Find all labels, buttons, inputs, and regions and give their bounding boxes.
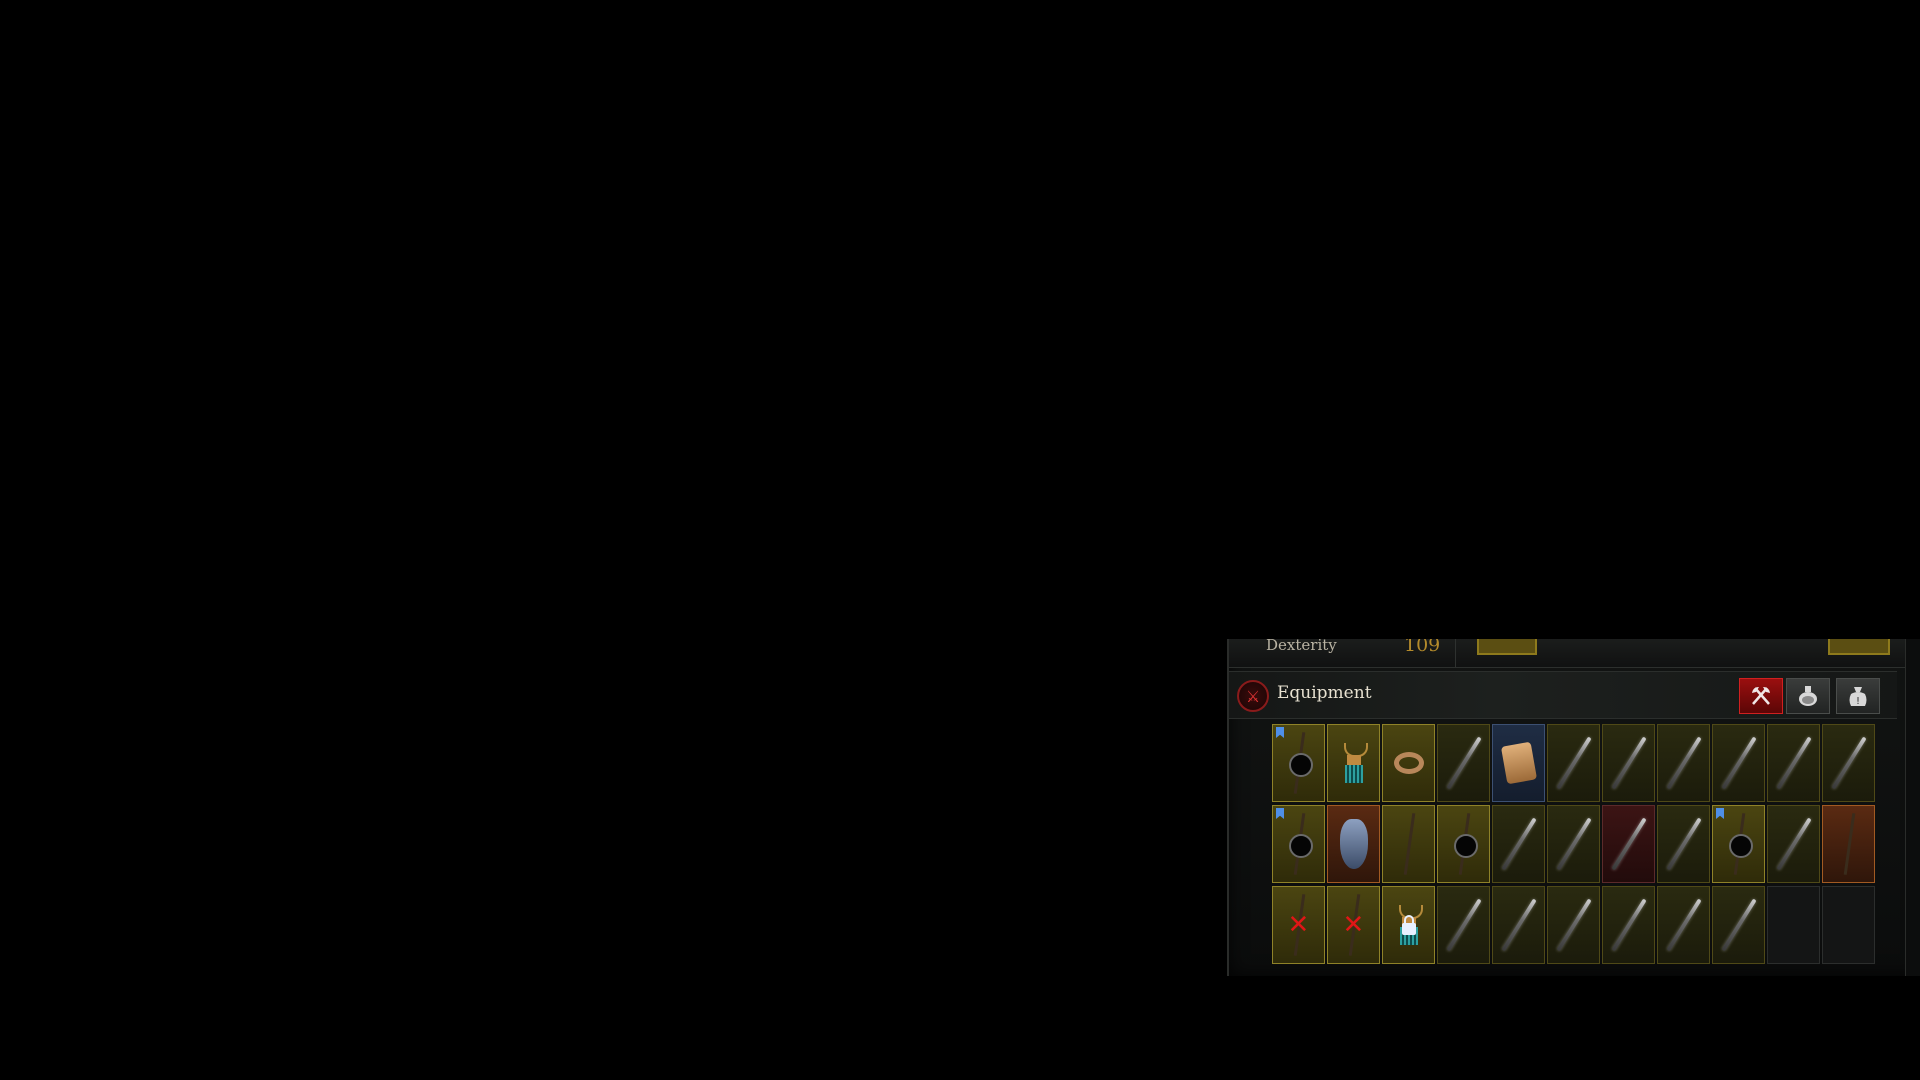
ring-icon bbox=[1393, 752, 1424, 774]
inventory-slot[interactable] bbox=[1327, 724, 1380, 802]
bookmark-icon bbox=[1276, 808, 1284, 819]
inventory-slot[interactable] bbox=[1382, 805, 1435, 883]
class-emblem-icon: ⚔ bbox=[1237, 680, 1269, 712]
amulet-icon bbox=[1341, 743, 1368, 783]
equipment-slot[interactable] bbox=[1477, 639, 1537, 655]
blade-icon bbox=[1500, 898, 1537, 952]
inventory-slot[interactable] bbox=[1712, 724, 1765, 802]
blade-icon bbox=[1775, 817, 1812, 871]
inventory-slot[interactable] bbox=[1272, 724, 1325, 802]
inventory-slot[interactable] bbox=[1602, 724, 1655, 802]
blade-icon bbox=[1665, 817, 1702, 871]
inventory-slot[interactable] bbox=[1327, 805, 1380, 883]
socket-icon bbox=[1453, 834, 1478, 858]
empty-inventory-slot[interactable] bbox=[1822, 886, 1875, 964]
inventory-slot[interactable] bbox=[1767, 724, 1820, 802]
inventory-slot[interactable] bbox=[1492, 805, 1545, 883]
inventory-slot[interactable] bbox=[1657, 886, 1710, 964]
inventory-slot[interactable] bbox=[1437, 724, 1490, 802]
inventory-panel: Dexterity 109 ⚔ Equipment ! ✕ ✕ bbox=[1227, 639, 1920, 976]
blade-icon bbox=[1775, 736, 1812, 790]
inventory-slot[interactable] bbox=[1602, 886, 1655, 964]
blade-icon bbox=[1555, 817, 1592, 871]
inventory-slot[interactable] bbox=[1767, 805, 1820, 883]
inventory-slot[interactable] bbox=[1547, 886, 1600, 964]
bookmark-icon bbox=[1276, 727, 1284, 738]
socket-icon bbox=[1288, 753, 1313, 777]
staff-icon bbox=[1403, 813, 1415, 875]
tab-consumables[interactable] bbox=[1786, 678, 1830, 714]
blade-icon bbox=[1720, 898, 1757, 952]
inventory-slot[interactable]: ✕ bbox=[1272, 886, 1325, 964]
inventory-slot[interactable] bbox=[1382, 724, 1435, 802]
socket-icon bbox=[1288, 834, 1313, 858]
inventory-slot[interactable] bbox=[1657, 724, 1710, 802]
blade-icon bbox=[1610, 817, 1647, 871]
inventory-slot[interactable] bbox=[1547, 724, 1600, 802]
potion-icon bbox=[1799, 686, 1817, 706]
x-icon: ✕ bbox=[1342, 910, 1365, 940]
equipment-slot[interactable] bbox=[1828, 639, 1890, 655]
panel-edge bbox=[1905, 639, 1920, 976]
inventory-grid: ✕ ✕ bbox=[1272, 724, 1875, 964]
empty-inventory-slot[interactable] bbox=[1767, 886, 1820, 964]
inventory-slot[interactable] bbox=[1492, 886, 1545, 964]
inventory-slot[interactable] bbox=[1382, 886, 1435, 964]
scroll-icon bbox=[1500, 741, 1537, 785]
blade-icon bbox=[1610, 898, 1647, 952]
socket-icon bbox=[1728, 834, 1753, 858]
blade-icon bbox=[1555, 898, 1592, 952]
tab-equipment[interactable] bbox=[1739, 678, 1783, 714]
page-title: Equipment bbox=[1277, 683, 1372, 703]
x-icon: ✕ bbox=[1287, 910, 1310, 940]
inventory-slot[interactable] bbox=[1437, 805, 1490, 883]
inventory-slot[interactable] bbox=[1437, 886, 1490, 964]
divider bbox=[1455, 639, 1456, 667]
inventory-header: ⚔ Equipment ! bbox=[1229, 671, 1897, 719]
inventory-slot[interactable] bbox=[1712, 886, 1765, 964]
blade-icon bbox=[1830, 736, 1867, 790]
axe-icon bbox=[1752, 687, 1770, 705]
blade-icon bbox=[1555, 736, 1592, 790]
inventory-slot[interactable] bbox=[1547, 805, 1600, 883]
tab-quest-items[interactable]: ! bbox=[1836, 678, 1880, 714]
inventory-slot[interactable] bbox=[1822, 805, 1875, 883]
shield-icon bbox=[1339, 819, 1368, 869]
blade-icon bbox=[1720, 736, 1757, 790]
inventory-slot[interactable] bbox=[1272, 805, 1325, 883]
blade-icon bbox=[1610, 736, 1647, 790]
blade-icon bbox=[1500, 817, 1537, 871]
blade-icon bbox=[1445, 736, 1482, 790]
blade-icon bbox=[1665, 736, 1702, 790]
inventory-slot[interactable]: ✕ bbox=[1327, 886, 1380, 964]
inventory-slot[interactable] bbox=[1602, 805, 1655, 883]
lock-icon bbox=[1401, 915, 1416, 935]
stat-label: Dexterity bbox=[1266, 639, 1337, 654]
stats-strip: Dexterity 109 bbox=[1229, 639, 1920, 668]
inventory-slot[interactable] bbox=[1822, 724, 1875, 802]
blade-icon bbox=[1445, 898, 1482, 952]
staff-icon bbox=[1843, 813, 1855, 875]
inventory-slot[interactable] bbox=[1657, 805, 1710, 883]
stat-value: 109 bbox=[1404, 639, 1441, 656]
inventory-slot[interactable] bbox=[1712, 805, 1765, 883]
blade-icon bbox=[1665, 898, 1702, 952]
bag-icon: ! bbox=[1849, 687, 1867, 707]
svg-text:!: ! bbox=[1856, 696, 1860, 707]
bookmark-icon bbox=[1716, 808, 1724, 819]
inventory-slot[interactable] bbox=[1492, 724, 1545, 802]
